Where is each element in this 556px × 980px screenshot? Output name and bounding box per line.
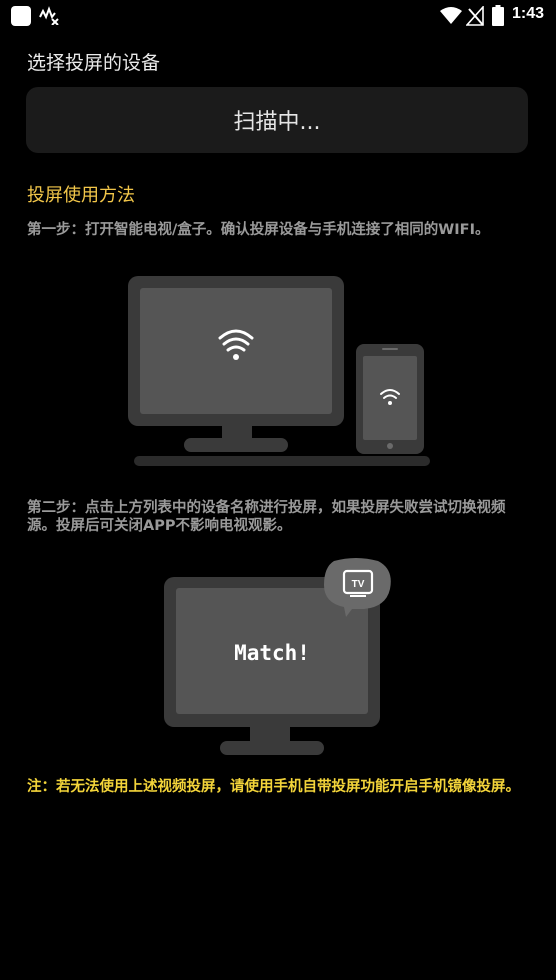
scan-status-text: 扫描中... [233, 110, 321, 135]
status-bar: 1:43 [0, 0, 556, 32]
howto-title: 投屏使用方法 [27, 185, 135, 206]
tv-phone-wifi-illustration [128, 276, 430, 466]
tv-match-illustration: Match! TV [164, 558, 391, 755]
battery-icon [492, 5, 504, 26]
match-label: Match! [234, 641, 310, 665]
tv-badge-text: TV [352, 579, 365, 590]
notification-icon [39, 6, 59, 25]
page-title: 选择投屏的设备 [27, 52, 161, 74]
clock: 1:43 [512, 5, 545, 22]
step2-text: 第二步：点击上方列表中的设备名称进行投屏，如果投屏失败尝试切换视频源。投屏后可关… [27, 500, 506, 534]
signal-icon [466, 6, 484, 26]
app-square-icon [11, 6, 31, 26]
wifi-icon [440, 7, 462, 24]
note-text: 注：若无法使用上述视频投屏，请使用手机自带投屏功能开启手机镜像投屏。 [27, 779, 520, 795]
device-scan-list[interactable]: 扫描中... [26, 87, 528, 153]
step1-text: 第一步：打开智能电视/盒子。确认投屏设备与手机连接了相同的WIFI。 [27, 222, 490, 238]
